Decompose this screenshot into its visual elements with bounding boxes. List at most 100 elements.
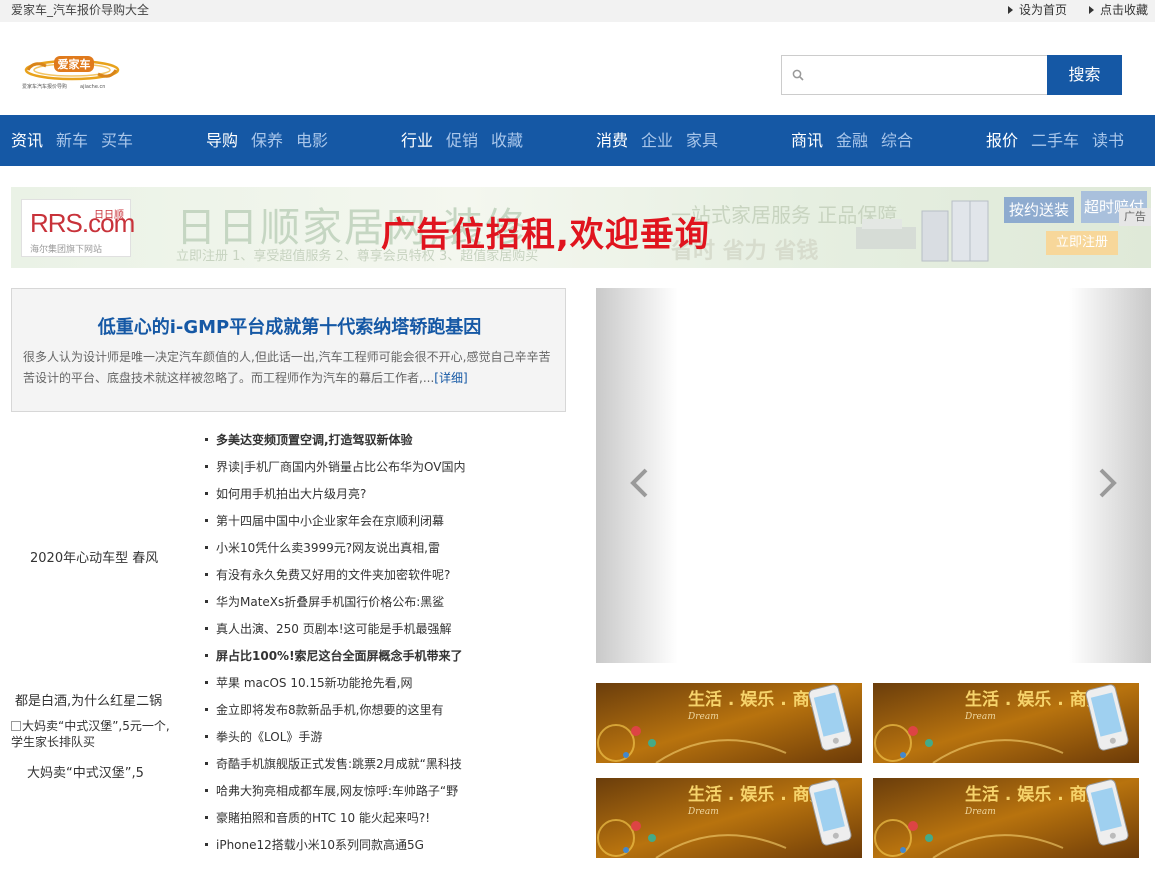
news-title: 界读|手机厂商国内外销量占比公布华为OV国内 (216, 460, 466, 474)
triangle-right-icon (1089, 6, 1094, 14)
news-title: 屏占比100%!索尼这台全面屏概念手机带来了 (216, 649, 463, 663)
news-title: 豪賭拍照和音质的HTC 10 能火起来吗?! (216, 811, 431, 825)
news-list-item[interactable]: 界读|手机厂商国内外销量占比公布华为OV国内 (205, 454, 466, 481)
news-list-item[interactable]: 小米10凭什么卖3999元?网友说出真相,雷 (205, 535, 466, 562)
bullet-icon (205, 789, 208, 792)
thumbnail-title: 生活 . 娱乐 . 商务 (688, 689, 828, 710)
search-input[interactable] (810, 56, 1042, 94)
rrs-logo: RRS.com 日日顺 海尔集团旗下网站 (21, 199, 135, 257)
bullet-icon (205, 735, 208, 738)
nav-item-used-cars[interactable]: 二手车 (1031, 115, 1079, 166)
nav-item-business[interactable]: 商讯 (791, 115, 823, 166)
thumbnail-ad[interactable]: 生活 . 娱乐 . 商务 Dream (873, 778, 1139, 858)
nav-item-news[interactable]: 资讯 (11, 115, 43, 166)
news-list-item[interactable]: 第十四届中国中小企业家年会在京顺利闭幕 (205, 508, 466, 535)
news-list-item[interactable]: iPhone12搭载小米10系列同款高通5G (205, 832, 466, 859)
picture-caption[interactable]: 2020年心动车型 春风 (30, 547, 158, 566)
nav-item-collections[interactable]: 收藏 (491, 115, 523, 166)
news-title: 金立即将发布8款新品手机,你想要的这里有 (216, 703, 444, 717)
news-list-item[interactable]: 豪賭拍照和音质的HTC 10 能火起来吗?! (205, 805, 466, 832)
news-list-item[interactable]: 如何用手机拍出大片级月亮? (205, 481, 466, 508)
broken-image[interactable]: 大妈卖“中式汉堡”,5元一个,学生家长排队买 (11, 718, 181, 750)
bullet-icon (205, 843, 208, 846)
bullet-icon (205, 654, 208, 657)
thumbnail-ad[interactable]: 生活 . 娱乐 . 商务 Dream (596, 778, 862, 858)
news-list-item[interactable]: 拳头的《LOL》手游 (205, 724, 466, 751)
bullet-icon (205, 627, 208, 630)
nav-item-maintenance[interactable]: 保养 (251, 115, 283, 166)
headline-more-link[interactable]: [详细] (434, 371, 467, 385)
nav-item-new-cars[interactable]: 新车 (56, 115, 88, 166)
picture-caption[interactable]: 大妈卖“中式汉堡”,5 (27, 762, 144, 781)
nav-item-quotes[interactable]: 报价 (986, 115, 1018, 166)
bullet-icon (205, 546, 208, 549)
news-list-item[interactable]: 金立即将发布8款新品手机,你想要的这里有 (205, 697, 466, 724)
nav-item-promotions[interactable]: 促销 (446, 115, 478, 166)
picture-caption[interactable]: 都是白酒,为什么红星二锅 (15, 690, 162, 709)
nav-item-enterprise[interactable]: 企业 (641, 115, 673, 166)
nav-item-reading[interactable]: 读书 (1092, 115, 1124, 166)
headline-summary: 很多人认为设计师是唯一决定汽车颜值的人,但此话一出,汽车工程师可能会很不开心,感… (23, 347, 555, 389)
nav-item-general[interactable]: 综合 (881, 115, 913, 166)
bullet-icon (205, 708, 208, 711)
thumbnail-image: 生活 . 娱乐 . 商务 Dream (873, 778, 1139, 858)
headline-title[interactable]: 低重心的i-GMP平台成就第十代索纳塔轿跑基因 (12, 313, 567, 339)
bullet-icon (205, 519, 208, 522)
news-title: 多美达变频顶置空调,打造驾驭新体验 (216, 433, 413, 447)
bullet-icon (205, 573, 208, 576)
chevron-right-icon[interactable] (1095, 466, 1119, 500)
image-slider (596, 288, 1151, 663)
news-list-item[interactable]: 真人出演、250 页剧本!这可能是手机最强解 (205, 616, 466, 643)
nav-item-industry[interactable]: 行业 (401, 115, 433, 166)
broken-image-alt: 大妈卖“中式汉堡”,5元一个,学生家长排队买 (11, 719, 170, 749)
set-homepage-link[interactable]: 设为首页 (1008, 0, 1067, 20)
thumbnail-script-text: Dream (964, 712, 996, 722)
thumbnail-script-text: Dream (687, 807, 719, 817)
banner-register-button[interactable]: 立即注册 (1046, 231, 1118, 255)
logo-brand-text: 爱家车 (58, 57, 91, 71)
bullet-icon (205, 492, 208, 495)
nav-item-buy-car[interactable]: 买车 (101, 115, 133, 166)
logo-domain: ajiache.cn (80, 84, 105, 90)
headline-box: 低重心的i-GMP平台成就第十代索纳塔轿跑基因 很多人认为设计师是唯一决定汽车颜… (11, 288, 566, 412)
thumbnail-image: 生活 . 娱乐 . 商务 Dream (596, 778, 862, 858)
bullet-icon (205, 438, 208, 441)
news-list-item[interactable]: 多美达变频顶置空调,打造驾驭新体验 (205, 427, 466, 454)
news-list-item[interactable]: 奇酷手机旗舰版正式发售:跳票2月成就“黑科技 (205, 751, 466, 778)
news-list-item[interactable]: 苹果 macOS 10.15新功能抢先看,网 (205, 670, 466, 697)
nav-item-finance[interactable]: 金融 (836, 115, 868, 166)
nav-item-consumer[interactable]: 消费 (596, 115, 628, 166)
thumbnail-script-text: Dream (964, 807, 996, 817)
news-title: 小米10凭什么卖3999元?网友说出真相,雷 (216, 541, 440, 555)
nav-group-guide: 导购 保养 电影 (206, 115, 341, 166)
bullet-icon (205, 681, 208, 684)
nav-group-quotes: 报价 二手车 读书 (986, 115, 1137, 166)
site-logo[interactable]: 爱家车 爱家车汽车报价导购 ajiache.cn (22, 52, 126, 92)
banner-headline: 广告位招租,欢迎垂询 (381, 215, 710, 255)
thumbnail-ad[interactable]: 生活 . 娱乐 . 商务 Dream (596, 683, 862, 763)
chevron-left-icon[interactable] (628, 466, 652, 500)
appliance-image (856, 200, 989, 262)
bookmark-link[interactable]: 点击收藏 (1089, 0, 1148, 20)
rrs-logo-tag: 日日顺 (94, 210, 124, 221)
site-title: 爱家车_汽车报价导购大全 (11, 3, 150, 17)
nav-group-industry: 行业 促销 收藏 (401, 115, 536, 166)
news-list-item[interactable]: 屏占比100%!索尼这台全面屏概念手机带来了 (205, 643, 466, 670)
news-title: 奇酷手机旗舰版正式发售:跳票2月成就“黑科技 (216, 757, 462, 771)
set-homepage-label: 设为首页 (1019, 3, 1068, 17)
news-list-item[interactable]: 华为MateXs折叠屏手机国行价格公布:黑鲨 (205, 589, 466, 616)
search-button[interactable]: 搜索 (1047, 55, 1122, 95)
news-list-item[interactable]: 哈弗大狗亮相成都车展,网友惊呼:车帅路子“野 (205, 778, 466, 805)
news-title: 哈弗大狗亮相成都车展,网友惊呼:车帅路子“野 (216, 784, 459, 798)
ad-label-badge: 广告 (1119, 208, 1151, 226)
banner-ad[interactable]: RRS.com 日日顺 海尔集团旗下网站 日日顺家居网,装修 立即注册 1、享受… (11, 187, 1151, 268)
nav-item-movies[interactable]: 电影 (296, 115, 328, 166)
nav-item-furniture[interactable]: 家具 (686, 115, 718, 166)
bullet-icon (205, 465, 208, 468)
search-icon (792, 69, 804, 81)
nav-item-guide[interactable]: 导购 (206, 115, 238, 166)
news-list-item[interactable]: 有没有永久免费又好用的文件夹加密软件呢? (205, 562, 466, 589)
news-title: 华为MateXs折叠屏手机国行价格公布:黑鲨 (216, 595, 445, 609)
nav-group-consumer: 消费 企业 家具 (596, 115, 731, 166)
thumbnail-ad[interactable]: 生活 . 娱乐 . 商务 Dream (873, 683, 1139, 763)
